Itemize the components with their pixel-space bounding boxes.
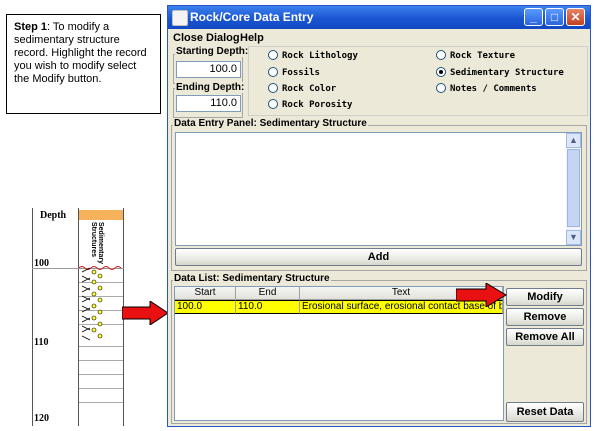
minimize-button[interactable]: _ (524, 8, 543, 26)
callout-step: Step 1 (14, 21, 48, 33)
radio-rock-texture[interactable]: Rock Texture (436, 50, 515, 61)
radio-dot (268, 67, 278, 77)
radio-dot (436, 67, 446, 77)
add-button[interactable]: Add (175, 248, 582, 266)
scroll-thumb[interactable] (567, 149, 580, 227)
radio-dot (436, 83, 446, 93)
row-end-cell[interactable]: 110.0 (236, 300, 300, 314)
starting-depth-label: Starting Depth: (175, 46, 250, 57)
pointer-arrow-modify (456, 283, 507, 307)
row-start-cell[interactable]: 100.0 (175, 300, 236, 314)
pointer-arrow-left (122, 301, 169, 325)
reset-data-button[interactable]: Reset Data (506, 402, 584, 422)
scroll-up-icon[interactable]: ▲ (566, 133, 581, 148)
window-title: Rock/Core Data Entry (190, 10, 314, 24)
menu-bar: Close Dialog Help (168, 29, 590, 47)
remove-button[interactable]: Remove (506, 308, 584, 326)
radio-dot (268, 50, 278, 60)
menu-close-dialog[interactable]: Close Dialog (173, 32, 240, 44)
ending-depth-field[interactable]: 110.0 (176, 95, 241, 112)
col-start[interactable]: Start (175, 287, 236, 300)
radio-fossils[interactable]: Fossils (268, 67, 320, 78)
menu-help[interactable]: Help (240, 32, 264, 44)
col-end[interactable]: End (236, 287, 300, 300)
radio-dot (268, 83, 278, 93)
radio-dot (268, 99, 278, 109)
radio-rock-lithology[interactable]: Rock Lithology (268, 50, 358, 61)
data-entry-panel-label: Data Entry Panel: Sedimentary Structure (173, 118, 368, 129)
radio-rock-porosity[interactable]: Rock Porosity (268, 99, 352, 110)
strip-log: Depth Sedimentary Structures 100 110 120 (32, 208, 124, 426)
radio-sedimentary-structure[interactable]: Sedimentary Structure (436, 67, 564, 78)
radio-label: Rock Texture (450, 51, 516, 61)
close-button[interactable]: ✕ (566, 8, 585, 26)
radio-dot (436, 50, 446, 60)
sedimentary-structure-symbols (78, 266, 122, 341)
data-entry-area[interactable] (175, 132, 582, 246)
radio-label: Sedimentary Structure (450, 68, 564, 78)
starting-depth-field[interactable]: 100.0 (176, 61, 241, 78)
radio-rock-color[interactable]: Rock Color (268, 83, 336, 94)
title-bar[interactable]: Rock/Core Data Entry _ □ ✕ (168, 6, 590, 29)
data-list-label: Data List: Sedimentary Structure (173, 273, 331, 284)
radio-label: Rock Color (282, 84, 337, 94)
app-icon (172, 10, 188, 26)
instruction-callout: Step 1: To modify a sedimentary structur… (6, 14, 161, 114)
radio-notes-comments[interactable]: Notes / Comments (436, 83, 537, 94)
scroll-down-icon[interactable]: ▼ (566, 230, 581, 245)
modify-button[interactable]: Modify (506, 288, 584, 306)
ending-depth-label: Ending Depth: (175, 82, 246, 93)
remove-all-button[interactable]: Remove All (506, 328, 584, 346)
rock-core-data-entry-window: Rock/Core Data Entry _ □ ✕ Close Dialog … (167, 5, 591, 427)
radio-label: Rock Lithology (282, 51, 358, 61)
radio-label: Fossils (282, 68, 320, 78)
data-table[interactable]: Start End Text 100.0 110.0 Erosional sur… (174, 286, 504, 421)
maximize-button[interactable]: □ (545, 8, 564, 26)
radio-label: Notes / Comments (450, 84, 537, 94)
radio-label: Rock Porosity (282, 100, 353, 110)
